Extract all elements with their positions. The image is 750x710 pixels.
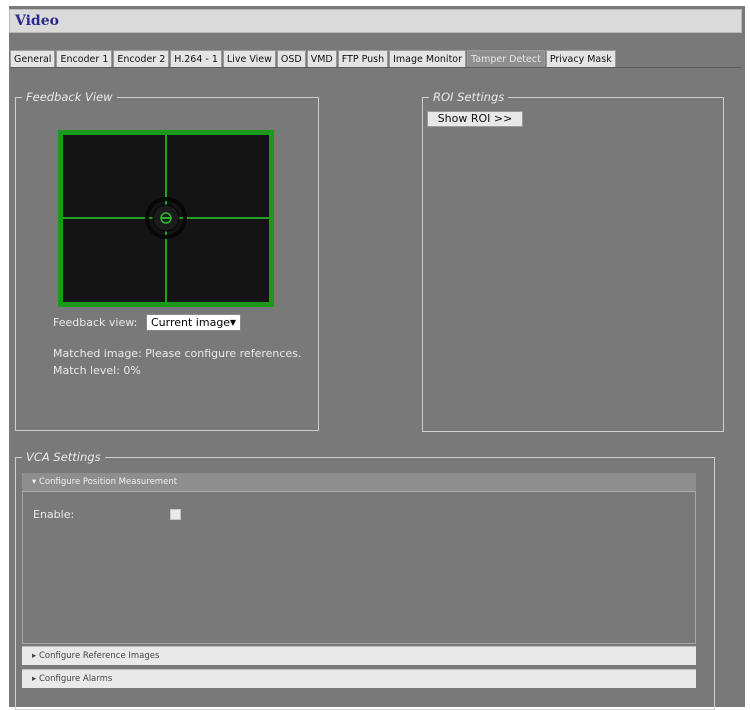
accordion-configure-alarms[interactable]: ▸ Configure Alarms xyxy=(22,669,696,688)
position-measurement-panel xyxy=(22,491,696,644)
tab-osd[interactable]: OSD xyxy=(276,50,306,68)
accordion-label: Configure Alarms xyxy=(38,674,113,684)
tab-encoder-2[interactable]: Encoder 2 xyxy=(113,50,170,68)
tab-encoder-1[interactable]: Encoder 1 xyxy=(56,50,113,68)
feedback-view-label: Feedback view: xyxy=(53,316,138,329)
vca-settings-legend: VCA Settings xyxy=(26,450,101,464)
accordion-label: Configure Reference Images xyxy=(38,651,160,661)
feedback-view-legend: Feedback View xyxy=(26,90,113,104)
tab-ftp-push[interactable]: FTP Push xyxy=(337,50,389,68)
matched-image-text: Matched image: Please configure referenc… xyxy=(53,347,302,360)
accordion-label: Configure Position Measurement xyxy=(38,477,178,487)
tab-bar: General Encoder 1 Encoder 2 H.264 - 1 Live V… xyxy=(10,50,617,68)
page-title: Video xyxy=(15,13,59,29)
tab-vmd[interactable]: VMD xyxy=(306,50,337,68)
feedback-view-value: Current image xyxy=(151,316,231,329)
tab-privacy-mask[interactable]: Privacy Mask xyxy=(545,50,616,68)
tab-divider xyxy=(10,67,742,68)
accordion-reference-images[interactable]: ▸ Configure Reference Images xyxy=(22,646,696,665)
tab-image-monitor[interactable]: Image Monitor xyxy=(389,50,467,68)
tab-general[interactable]: General xyxy=(10,50,56,68)
roi-settings-legend: ROI Settings xyxy=(433,90,505,104)
chevron-down-icon: ▼ xyxy=(229,318,236,327)
triangle-right-icon: ▸ xyxy=(32,674,37,684)
accordion-position-measurement[interactable]: ▾ Configure Position Measurement xyxy=(22,473,696,492)
enable-label: Enable: xyxy=(33,508,75,521)
title-bar: Video xyxy=(9,9,742,33)
roi-settings-group: ROI Settings xyxy=(422,90,724,432)
triangle-right-icon: ▸ xyxy=(32,651,37,661)
feedback-preview-image xyxy=(58,130,274,307)
tab-tamper-detect[interactable]: Tamper Detect xyxy=(467,50,545,68)
show-roi-button[interactable]: Show ROI >> xyxy=(427,111,523,127)
tab-live-view[interactable]: Live View xyxy=(222,50,276,68)
match-level-text: Match level: 0% xyxy=(53,364,141,377)
feedback-view-select[interactable]: Current image ▼ xyxy=(146,314,241,331)
triangle-down-icon: ▾ xyxy=(32,477,37,487)
enable-checkbox[interactable] xyxy=(170,509,181,520)
tab-h-264-1[interactable]: H.264 - 1 xyxy=(170,50,222,68)
